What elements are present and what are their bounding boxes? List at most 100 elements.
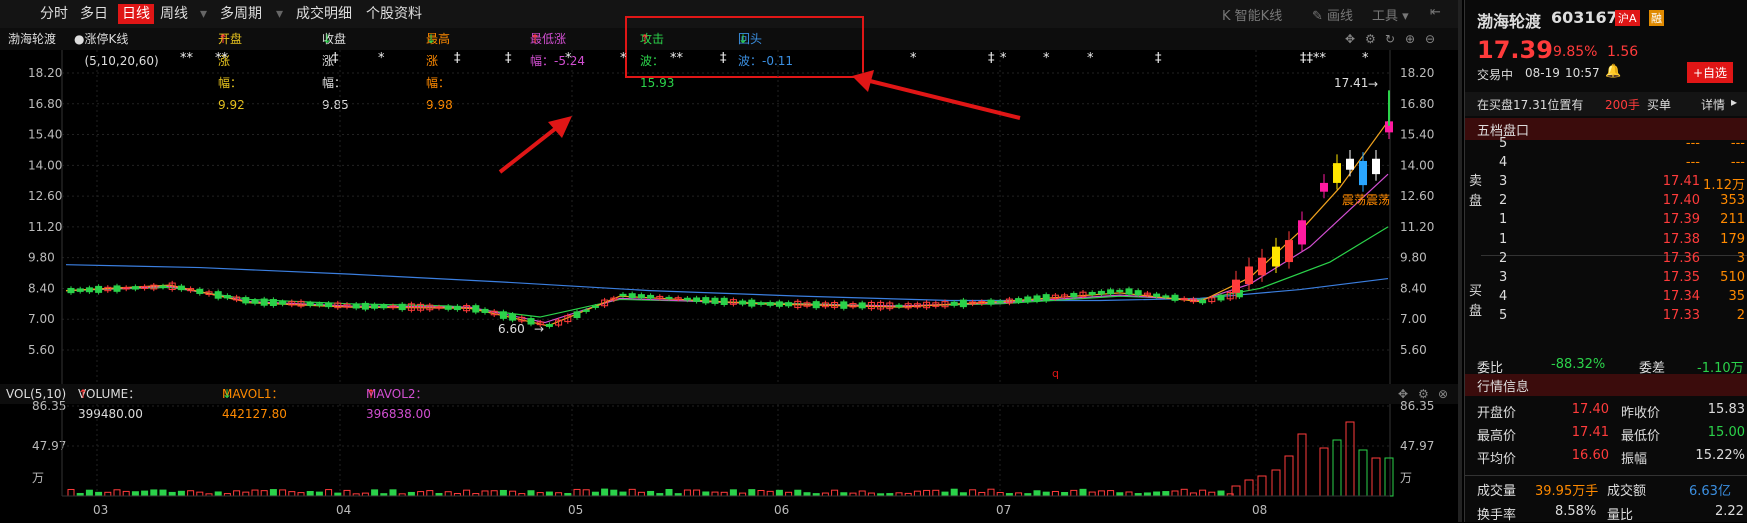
tab-multi-period[interactable]: 多周期 [220, 4, 262, 24]
volume-bar [1042, 491, 1050, 497]
tab-daily[interactable]: 日线 [118, 4, 154, 24]
volume-label: 成交量 [1477, 484, 1517, 499]
volume-bar [426, 490, 434, 497]
volume-bar [260, 490, 268, 497]
candle [1116, 289, 1124, 293]
scrollbar[interactable] [1458, 0, 1462, 522]
add-watchlist-button[interactable]: +自选 [1687, 62, 1734, 83]
volume-chart[interactable]: 86.35 86.35 47.97 47.97 万 万 03 04 05 06 07 08 [0, 384, 1462, 522]
volume-bar [1384, 457, 1394, 497]
signal-marker: * [910, 51, 917, 66]
signal-marker: ** [670, 51, 684, 66]
collapse-icon[interactable]: ⇤ [1430, 5, 1441, 20]
buy-volume: 3 [1736, 251, 1745, 266]
move-icon[interactable]: ✥ [1345, 28, 1355, 50]
indicator-select[interactable]: ● 涨停K线(5,10,20,60) [74, 28, 159, 68]
volume-bar [1371, 457, 1381, 497]
signal-marker: * [1087, 51, 1094, 66]
bell-icon[interactable]: 🔔 [1605, 64, 1621, 79]
volume-bar [1358, 449, 1368, 497]
volume-bar [628, 488, 636, 497]
volume-bar [748, 489, 756, 497]
volume-bar [536, 492, 544, 497]
volume-bar [1297, 433, 1307, 497]
buy-level-2: 2 [1499, 251, 1508, 266]
quote-time: 10:57 [1565, 66, 1600, 80]
zoom-out-icon[interactable]: ⊖ [1425, 28, 1435, 50]
kline-chart[interactable]: 18.20 18.20 16.80 16.80 15.40 15.40 14.00 14.00… [0, 50, 1462, 384]
tab-multiday[interactable]: 多日 [80, 4, 108, 24]
order-notice[interactable]: 在买盘17.31位置有 200手 买单 详情 ▸ [1465, 92, 1747, 116]
candle [1245, 266, 1253, 285]
volume-bar [1208, 491, 1216, 497]
volume-bar [297, 492, 305, 497]
volume-bar [923, 489, 931, 497]
volume-bar [159, 489, 167, 497]
volume-bar [463, 489, 471, 497]
candle [720, 297, 728, 306]
volume-bar [187, 490, 195, 497]
candle [739, 300, 747, 305]
candle [628, 293, 636, 299]
candle [398, 303, 406, 311]
zoom-in-icon[interactable]: ⊕ [1405, 28, 1415, 50]
volume-bar [582, 489, 590, 497]
volume-bar [279, 489, 287, 497]
volume-bar [527, 490, 535, 497]
volume-bar [932, 489, 940, 497]
y-tick-label: 18.20 [28, 66, 62, 80]
red-arrow-head [852, 70, 874, 92]
signal-marker: ‡ [332, 51, 339, 66]
volume-bar [499, 489, 507, 497]
quote-date: 08-19 [1525, 66, 1560, 80]
candle [444, 305, 452, 310]
volume-bar [1162, 491, 1170, 497]
market-value: 16.60 [1571, 448, 1609, 463]
signal-marker: ‡ [1155, 51, 1162, 66]
y-tick-label: 12.60 [1400, 189, 1434, 203]
smart-kline-button[interactable]: K 智能K线 [1222, 5, 1282, 24]
market-info-header: 行情信息 [1465, 374, 1747, 396]
volume-bar [693, 489, 701, 497]
volume-bar [610, 489, 618, 497]
chevron-down-icon[interactable]: ▾ [200, 4, 207, 24]
y-tick-label: 11.20 [1400, 220, 1434, 234]
last-price: 17.39 [1477, 36, 1553, 64]
pattern-label: 震荡震荡 [1342, 193, 1390, 207]
signal-marker: * [1000, 51, 1007, 66]
low-price-label: 6.60 [498, 322, 525, 336]
candle [647, 294, 655, 299]
tab-weekly[interactable]: 周线 [160, 4, 188, 24]
candle [223, 295, 231, 299]
refresh-icon[interactable]: ↻ [1385, 28, 1395, 50]
tab-trade-detail[interactable]: 成交明细 [296, 4, 352, 24]
vol-tick-label: 47.97 [32, 439, 66, 453]
candle [352, 303, 360, 309]
candle [1272, 246, 1280, 267]
vol-tick-label: 万 [32, 471, 44, 485]
volume-bar [637, 491, 645, 497]
candle [1199, 299, 1207, 304]
chevron-down-icon[interactable]: ▾ [276, 4, 283, 24]
tab-intraday[interactable]: 分时 [40, 4, 68, 24]
tools-menu[interactable]: 工具 ▾ [1372, 5, 1409, 24]
volume-bar [601, 488, 609, 497]
volume-bar [1257, 475, 1267, 497]
candle [1232, 279, 1240, 293]
candle [1015, 298, 1023, 303]
candle [159, 285, 167, 288]
candle [177, 285, 185, 291]
candle [775, 301, 783, 307]
trading-status: 交易中 [1477, 68, 1514, 82]
quote-stock-code: 603167 [1551, 8, 1618, 27]
volume-bar [545, 491, 553, 497]
tab-stock-profile[interactable]: 个股资料 [366, 4, 422, 24]
candle [1134, 290, 1142, 296]
volume-bar [987, 488, 995, 497]
sell-level-1: 1 [1499, 212, 1508, 227]
price-change-pct: 9.85% [1553, 44, 1598, 60]
draw-line-button[interactable]: ✎ 画线 [1312, 5, 1353, 24]
candle [858, 302, 866, 309]
volume-bar [315, 491, 323, 497]
gear-icon[interactable]: ⚙ [1365, 28, 1376, 50]
